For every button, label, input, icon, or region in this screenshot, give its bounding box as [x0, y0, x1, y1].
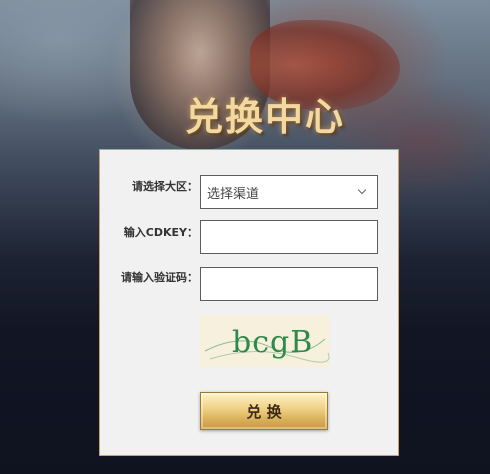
captcha-input[interactable]	[200, 267, 378, 301]
channel-select-value: 选择渠道	[207, 186, 260, 202]
cdkey-input[interactable]	[200, 220, 378, 254]
cdkey-label: 输入CDKEY：	[123, 226, 198, 239]
captcha-text: bcgB	[232, 325, 314, 360]
captcha-image[interactable]: bcgB	[200, 315, 330, 367]
chevron-down-icon	[357, 185, 367, 195]
redeem-button[interactable]: 兑 换	[200, 392, 328, 430]
captcha-label: 请输入验证码：	[121, 271, 198, 284]
redeem-form-panel: 请选择大区： 选择渠道 输入CDKEY： 请输入验证码： bcgB 兑 换	[99, 149, 399, 456]
channel-label: 请选择大区：	[132, 180, 198, 193]
page-title: 兑换中心	[184, 94, 345, 139]
channel-select[interactable]: 选择渠道	[200, 175, 378, 209]
